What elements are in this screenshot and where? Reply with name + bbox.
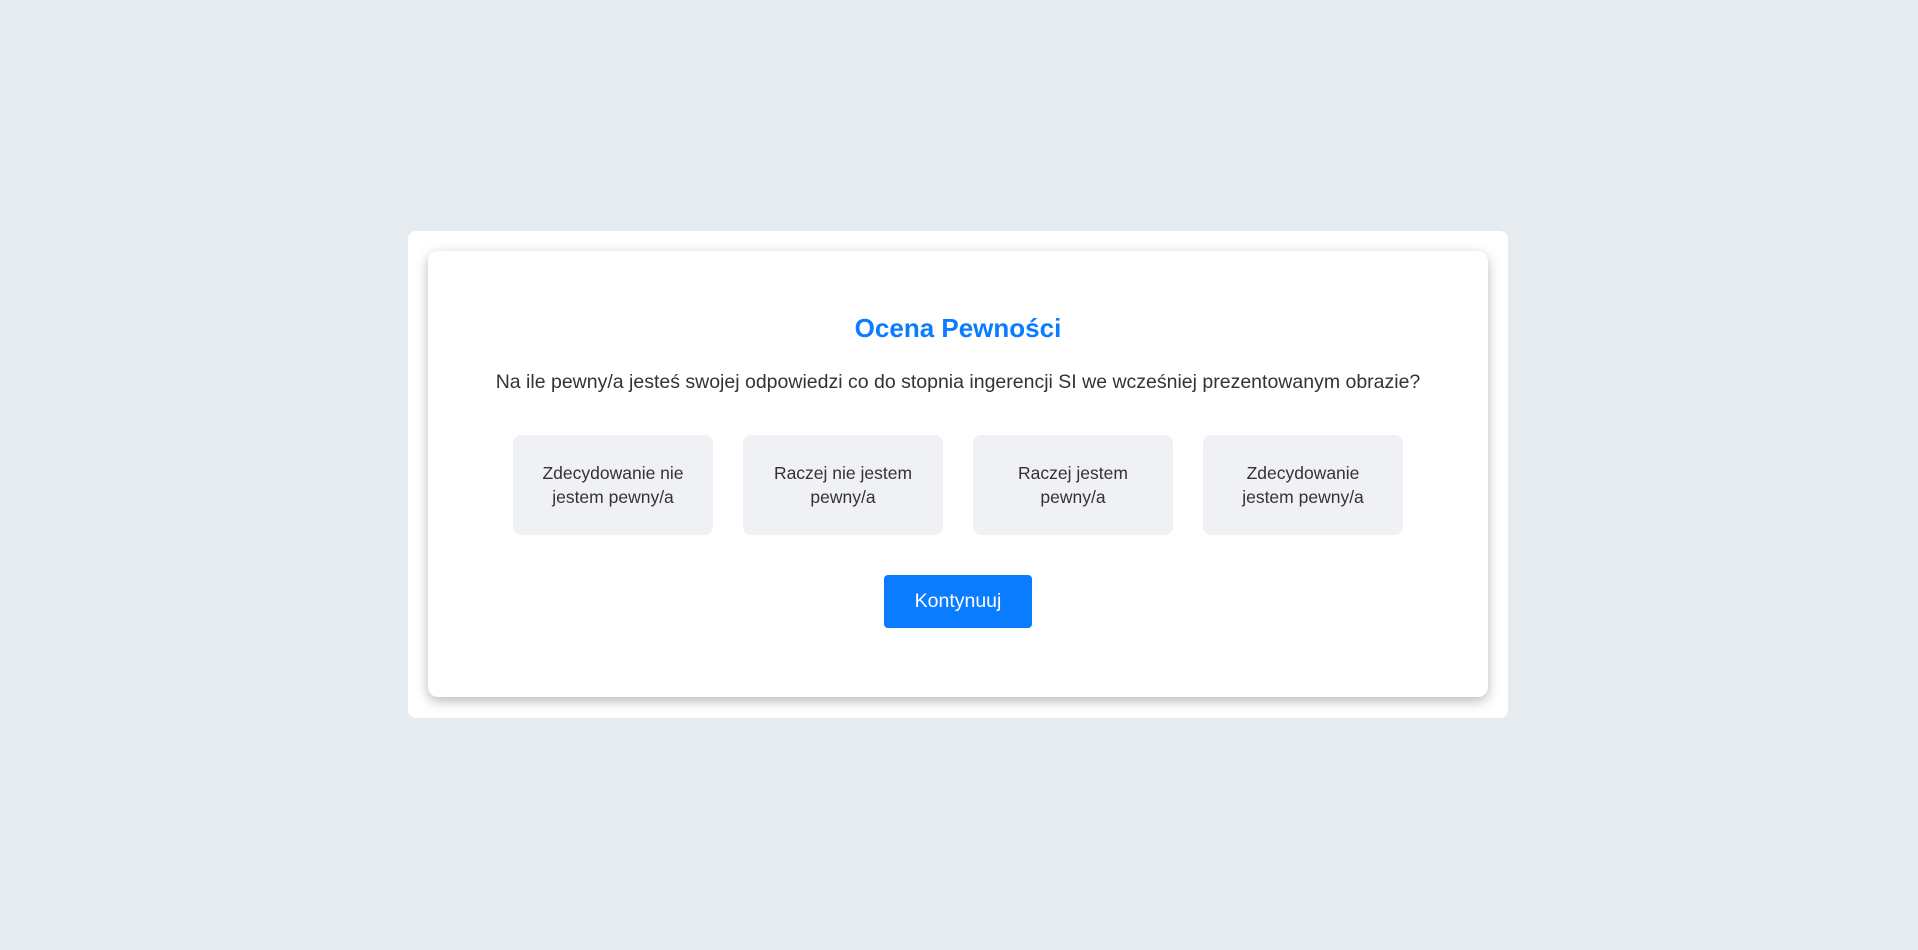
confidence-options: Zdecydowanie nie jestem pewny/a Raczej n… xyxy=(513,435,1403,535)
option-rather-sure[interactable]: Raczej jestem pewny/a xyxy=(973,435,1173,535)
option-rather-not-sure[interactable]: Raczej nie jestem pewny/a xyxy=(743,435,943,535)
question-text: Na ile pewny/a jesteś swojej odpowiedzi … xyxy=(495,371,1421,393)
option-definitely-not-sure[interactable]: Zdecydowanie nie jestem pewny/a xyxy=(513,435,713,535)
outer-card: Ocena Pewności Na ile pewny/a jesteś swo… xyxy=(408,231,1508,718)
confidence-dialog: Ocena Pewności Na ile pewny/a jesteś swo… xyxy=(428,251,1488,697)
continue-button[interactable]: Kontynuuj xyxy=(884,575,1032,628)
option-definitely-sure[interactable]: Zdecydowanie jestem pewny/a xyxy=(1203,435,1403,535)
dialog-title: Ocena Pewności xyxy=(854,313,1062,343)
